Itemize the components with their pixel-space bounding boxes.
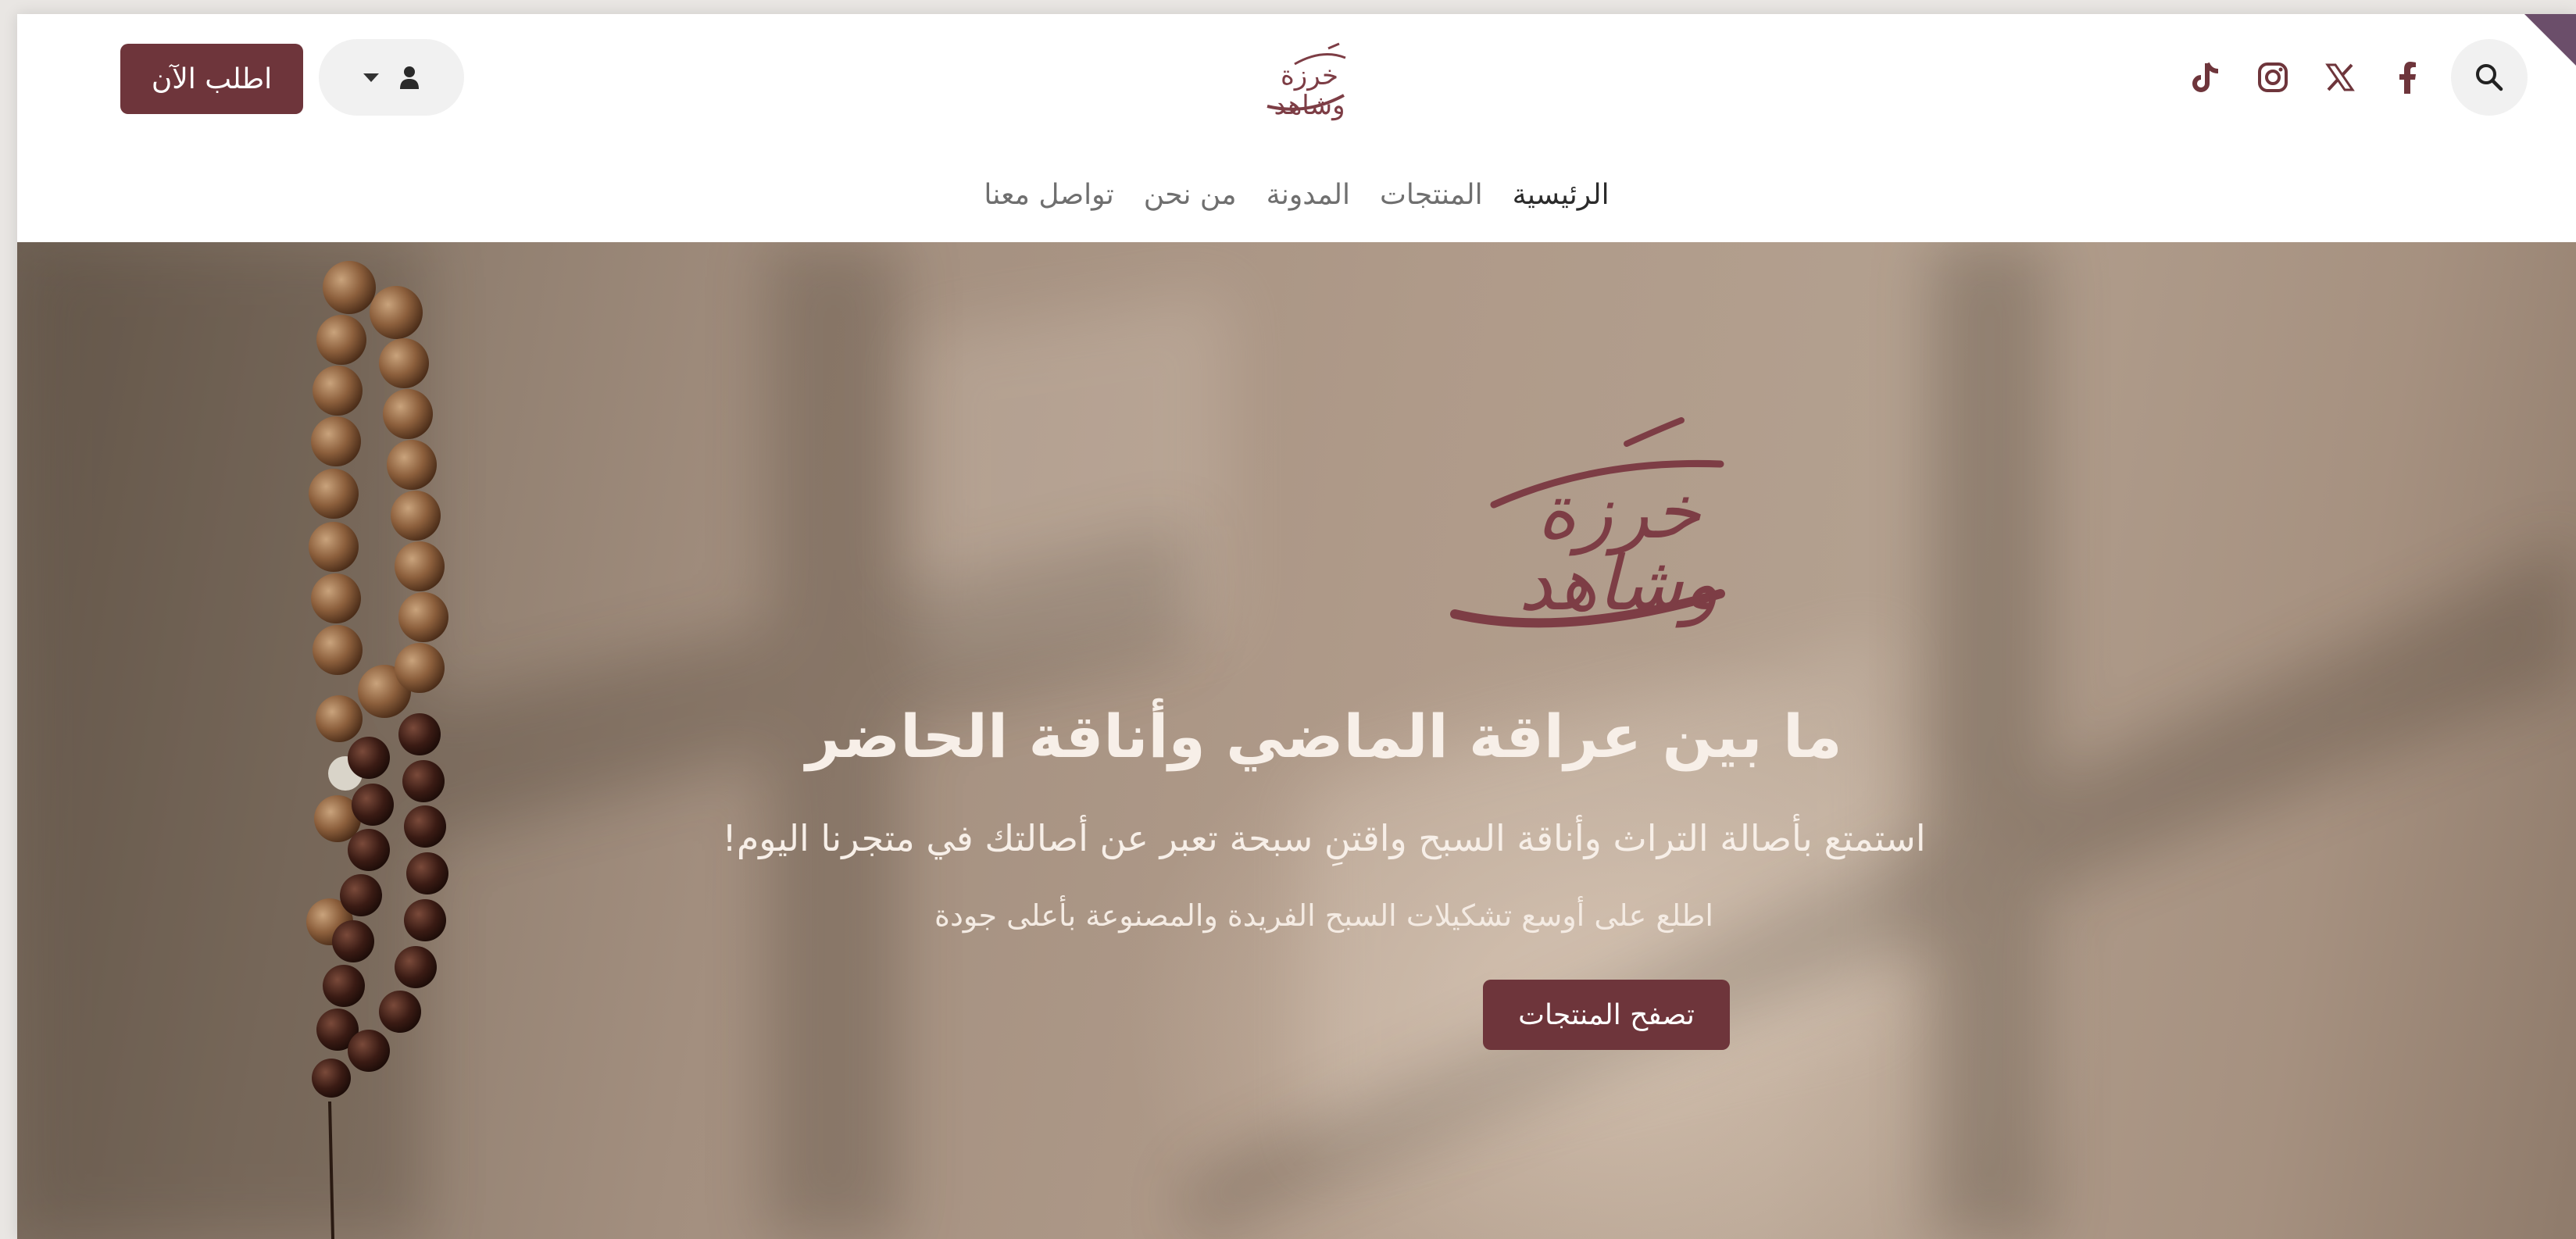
caret-down-icon [363, 73, 379, 82]
nav-item-contact[interactable]: تواصل معنا [984, 179, 1113, 211]
nav-item-about[interactable]: من نحن [1144, 179, 1237, 211]
corner-ribbon [2524, 14, 2576, 66]
tiktok-icon[interactable] [2182, 54, 2229, 101]
nav-item-products[interactable]: المنتجات [1380, 179, 1483, 211]
hero-section: خرزة وشاهد ما بين عراقة الماضي وأناقة ال… [17, 242, 2576, 1239]
logo-line2: وشاهد [1274, 90, 1345, 121]
logo-line1: خرزة [1281, 60, 1338, 91]
site-header: اطلب الآن خرزة وشاهد الرئيسية المنتجات ا… [17, 14, 2576, 242]
logo-graphic: خرزة وشاهد [1267, 42, 1346, 121]
user-icon [399, 66, 420, 89]
page: اطلب الآن خرزة وشاهد الرئيسية المنتجات ا… [17, 14, 2576, 1239]
x-icon[interactable] [2317, 54, 2363, 101]
search-button[interactable] [2451, 39, 2528, 116]
social-links [2182, 39, 2528, 116]
hero-description: اطلع على أوسع تشكيلات السبح الفريدة والم… [934, 898, 1713, 933]
hero-logo-line2: وشاهد [1518, 540, 1719, 628]
main-nav: الرئيسية المنتجات المدونة من نحن تواصل م… [17, 167, 2576, 222]
nav-item-home[interactable]: الرئيسية [1513, 179, 1610, 211]
hero-title: ما بين عراقة الماضي وأناقة الحاضر [806, 702, 1842, 771]
order-now-button[interactable]: اطلب الآن [120, 44, 303, 114]
browse-products-button[interactable]: تصفح المنتجات [1483, 980, 1730, 1050]
nav-item-blog[interactable]: المدونة [1267, 179, 1350, 211]
instagram-icon[interactable] [2249, 54, 2296, 101]
search-icon [2476, 64, 2503, 91]
user-menu-dropdown[interactable] [319, 39, 464, 116]
facebook-icon[interactable] [2384, 54, 2431, 101]
site-logo[interactable]: خرزة وشاهد [1252, 41, 1369, 127]
hero-subtitle: استمتع بأصالة التراث وأناقة السبح واقتنِ… [722, 817, 1926, 859]
hero-logo: خرزة وشاهد [1424, 412, 1799, 647]
